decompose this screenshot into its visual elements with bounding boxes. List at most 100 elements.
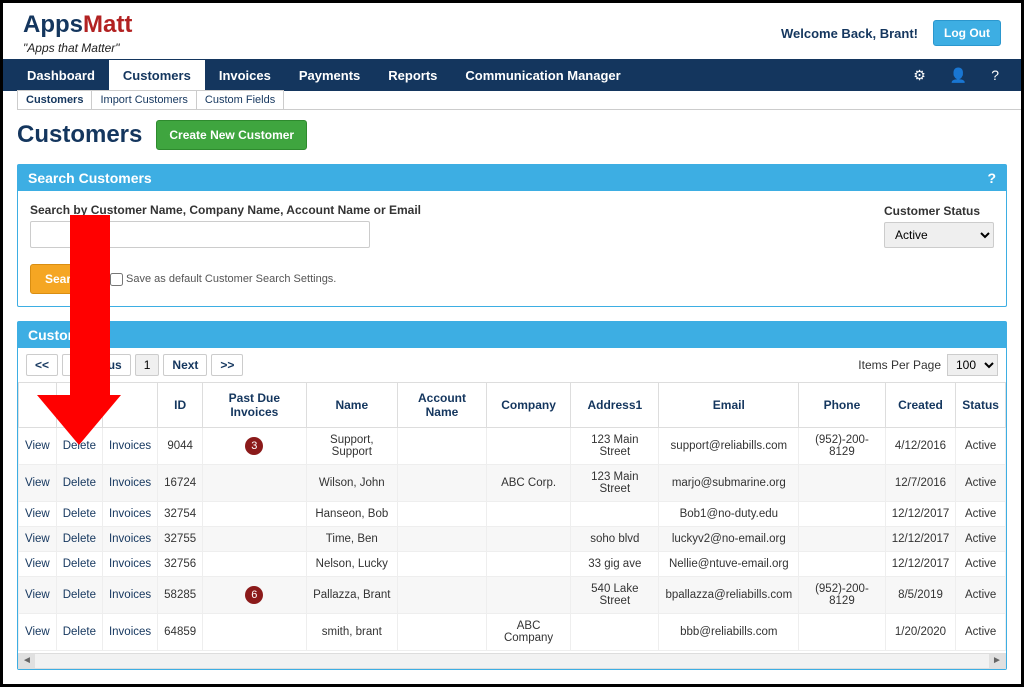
cell-account bbox=[398, 577, 487, 614]
gear-icon[interactable]: ⚙ bbox=[901, 67, 938, 84]
delete-link[interactable]: Delete bbox=[56, 552, 102, 577]
cell-account bbox=[398, 465, 487, 502]
col-account-name[interactable]: Account Name bbox=[398, 383, 487, 428]
nav-communication[interactable]: Communication Manager bbox=[451, 60, 634, 91]
col-action-0 bbox=[19, 383, 57, 428]
search-panel-help-icon[interactable]: ? bbox=[987, 170, 996, 186]
col-name[interactable]: Name bbox=[306, 383, 397, 428]
cell-account bbox=[398, 614, 487, 651]
view-link[interactable]: View bbox=[19, 552, 57, 577]
cell-company bbox=[486, 552, 570, 577]
nav-invoices[interactable]: Invoices bbox=[205, 60, 285, 91]
cell-past-due bbox=[203, 502, 306, 527]
cell-created: 1/20/2020 bbox=[885, 614, 956, 651]
search-button[interactable]: Search bbox=[30, 264, 100, 294]
pager-last[interactable]: >> bbox=[211, 354, 243, 376]
delete-link[interactable]: Delete bbox=[56, 502, 102, 527]
cell-company: ABC Company bbox=[486, 614, 570, 651]
invoices-link[interactable]: Invoices bbox=[102, 577, 157, 614]
cell-email: marjo@submarine.org bbox=[659, 465, 799, 502]
user-icon[interactable]: 👤 bbox=[938, 67, 979, 84]
search-input[interactable] bbox=[30, 221, 370, 248]
cell-id: 16724 bbox=[158, 465, 203, 502]
main-nav: Dashboard Customers Invoices Payments Re… bbox=[3, 59, 1021, 91]
cell-phone bbox=[799, 465, 886, 502]
scroll-right-icon[interactable]: ► bbox=[989, 654, 1005, 668]
cell-phone: (952)-200-8129 bbox=[799, 428, 886, 465]
pager-first[interactable]: << bbox=[26, 354, 58, 376]
horizontal-scrollbar[interactable]: ◄ ► bbox=[18, 653, 1006, 669]
save-default-checkbox[interactable] bbox=[110, 273, 123, 286]
view-link[interactable]: View bbox=[19, 428, 57, 465]
cell-name: Hanseon, Bob bbox=[306, 502, 397, 527]
cell-name: Time, Ben bbox=[306, 527, 397, 552]
customers-panel-title: Customers bbox=[28, 327, 101, 343]
cell-past-due: 6 bbox=[203, 577, 306, 614]
delete-link[interactable]: Delete bbox=[56, 614, 102, 651]
logo-apps: Apps bbox=[23, 11, 83, 38]
invoices-link[interactable]: Invoices bbox=[102, 614, 157, 651]
save-default-label[interactable]: Save as default Customer Search Settings… bbox=[110, 273, 336, 286]
col-status[interactable]: Status bbox=[956, 383, 1006, 428]
col-email[interactable]: Email bbox=[659, 383, 799, 428]
invoices-link[interactable]: Invoices bbox=[102, 502, 157, 527]
status-select[interactable]: Active bbox=[884, 222, 994, 248]
cell-past-due bbox=[203, 614, 306, 651]
nav-customers[interactable]: Customers bbox=[109, 60, 205, 91]
cell-id: 32756 bbox=[158, 552, 203, 577]
cell-created: 12/7/2016 bbox=[885, 465, 956, 502]
nav-dashboard[interactable]: Dashboard bbox=[13, 60, 109, 91]
cell-status: Active bbox=[956, 577, 1006, 614]
cell-status: Active bbox=[956, 527, 1006, 552]
table-row: ViewDeleteInvoices90443Support, Support1… bbox=[19, 428, 1006, 465]
col-id[interactable]: ID bbox=[158, 383, 203, 428]
help-icon[interactable]: ? bbox=[979, 67, 1011, 83]
col-company[interactable]: Company bbox=[486, 383, 570, 428]
invoices-link[interactable]: Invoices bbox=[102, 552, 157, 577]
view-link[interactable]: View bbox=[19, 502, 57, 527]
col-action-1 bbox=[56, 383, 102, 428]
table-row: ViewDeleteInvoices16724Wilson, JohnABC C… bbox=[19, 465, 1006, 502]
invoices-link[interactable]: Invoices bbox=[102, 527, 157, 552]
subtab-custom-fields[interactable]: Custom Fields bbox=[196, 90, 284, 109]
cell-name: Support, Support bbox=[306, 428, 397, 465]
delete-link[interactable]: Delete bbox=[56, 428, 102, 465]
table-row: ViewDeleteInvoices64859smith, brantABC C… bbox=[19, 614, 1006, 651]
pager-prev[interactable]: Previous bbox=[62, 354, 131, 376]
subtab-customers[interactable]: Customers bbox=[17, 90, 92, 109]
logo-block: AppsMatt "Apps that Matter" bbox=[23, 11, 132, 55]
pager-page: 1 bbox=[135, 354, 160, 376]
view-link[interactable]: View bbox=[19, 527, 57, 552]
pager-next[interactable]: Next bbox=[163, 354, 207, 376]
cell-past-due: 3 bbox=[203, 428, 306, 465]
invoices-link[interactable]: Invoices bbox=[102, 428, 157, 465]
logout-button[interactable]: Log Out bbox=[933, 20, 1001, 46]
cell-email: bpallazza@reliabills.com bbox=[659, 577, 799, 614]
sub-nav: Customers Import Customers Custom Fields bbox=[17, 90, 1021, 110]
col-created[interactable]: Created bbox=[885, 383, 956, 428]
nav-reports[interactable]: Reports bbox=[374, 60, 451, 91]
view-link[interactable]: View bbox=[19, 465, 57, 502]
cell-email: support@reliabills.com bbox=[659, 428, 799, 465]
table-row: ViewDeleteInvoices582856Pallazza, Brant5… bbox=[19, 577, 1006, 614]
col-action-2 bbox=[102, 383, 157, 428]
view-link[interactable]: View bbox=[19, 577, 57, 614]
delete-link[interactable]: Delete bbox=[56, 465, 102, 502]
items-per-page-select[interactable]: 100 bbox=[947, 354, 998, 376]
view-link[interactable]: View bbox=[19, 614, 57, 651]
invoices-link[interactable]: Invoices bbox=[102, 465, 157, 502]
create-customer-button[interactable]: Create New Customer bbox=[156, 120, 307, 150]
customers-panel: Customers << Previous 1 Next >> Items Pe… bbox=[17, 321, 1007, 670]
cell-status: Active bbox=[956, 502, 1006, 527]
col-past-due-invoices[interactable]: Past Due Invoices bbox=[203, 383, 306, 428]
subtab-import[interactable]: Import Customers bbox=[91, 90, 196, 109]
nav-payments[interactable]: Payments bbox=[285, 60, 374, 91]
cell-past-due bbox=[203, 465, 306, 502]
delete-link[interactable]: Delete bbox=[56, 577, 102, 614]
cell-address: 123 Main Street bbox=[571, 465, 659, 502]
col-address1[interactable]: Address1 bbox=[571, 383, 659, 428]
delete-link[interactable]: Delete bbox=[56, 527, 102, 552]
page-title: Customers bbox=[17, 121, 142, 149]
scroll-left-icon[interactable]: ◄ bbox=[19, 654, 35, 668]
col-phone[interactable]: Phone bbox=[799, 383, 886, 428]
